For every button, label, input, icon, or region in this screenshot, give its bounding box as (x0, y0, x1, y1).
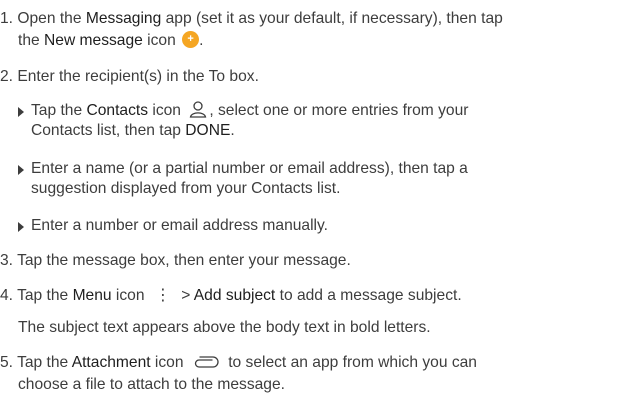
app-name-messaging: Messaging (85, 10, 162, 27)
bullet-text: Tap the Contacts icon , select one or mo… (31, 101, 606, 141)
attachment-icon (194, 356, 219, 368)
text-run: > (176, 287, 194, 304)
step-number: 4. (0, 287, 14, 304)
label-add-subject: Add subject (193, 287, 276, 304)
text-run: icon (111, 287, 149, 304)
label-done: DONE (185, 122, 231, 139)
step-number: 1. (0, 10, 14, 27)
label-menu: Menu (72, 287, 112, 304)
step-number: 2. (0, 68, 14, 85)
menu-icon: ⋮ (154, 287, 171, 304)
step-text: Tap the message box, then enter your mes… (17, 252, 351, 269)
step-text: Tap the Menu icon ⋮ > Add subject to add… (17, 287, 462, 304)
new-message-icon: + (182, 31, 200, 49)
step-number: 3. (0, 252, 14, 269)
text-run: , select one or more entries from your (209, 102, 469, 119)
bullet-arrow-icon (18, 222, 24, 232)
step-4: 4. Tap the Menu icon ⋮ > Add subject to … (0, 286, 610, 306)
step-5: 5. Tap the Attachment icon to select an … (0, 353, 610, 373)
step-1-line-2: the New message icon +. (18, 31, 608, 51)
step-3: 3. Tap the message box, then enter your … (0, 251, 610, 271)
step-text: Enter the recipient(s) in the To box. (17, 68, 259, 85)
text-run: . (199, 32, 204, 49)
contacts-icon (190, 101, 207, 118)
bullet-arrow-icon (18, 107, 24, 117)
bullet-text: Enter a number or email address manually… (31, 216, 606, 236)
text-run: Open the (17, 10, 86, 27)
label-attachment: Attachment (71, 354, 151, 371)
bullet-text: Enter a name (or a partial number or ema… (31, 159, 606, 199)
text-run: suggestion displayed from your Contacts … (31, 180, 341, 197)
text-run: Enter a number or email address manually… (31, 217, 328, 234)
label-new-message: New message (44, 32, 143, 49)
text-run: Tap the (17, 287, 73, 304)
text-run: the (18, 32, 45, 49)
step-5-line-2: choose a file to attach to the message. (18, 376, 285, 393)
text-run: . (230, 122, 235, 139)
step-number: 5. (0, 354, 14, 371)
text-run: icon (142, 32, 181, 49)
step-text: Open the Messaging app (set it as your d… (17, 10, 502, 27)
text-run: Enter a name (or a partial number or ema… (31, 160, 468, 177)
step-2: 2. Enter the recipient(s) in the To box. (0, 67, 610, 87)
label-contacts: Contacts (86, 102, 149, 119)
text-run: to select an app from which you can (223, 354, 477, 371)
bullet-arrow-icon (18, 165, 24, 175)
text-run: Tap the (31, 102, 87, 119)
text-run: app (set it as your default, if necessar… (161, 10, 503, 27)
step-1: 1. Open the Messaging app (set it as you… (0, 9, 610, 29)
step-text: Tap the Attachment icon to select an app… (17, 354, 477, 371)
text-run: to add a message subject. (275, 287, 462, 304)
text-run: Contacts list, then tap (31, 122, 186, 139)
text-run: icon (150, 354, 188, 371)
text-run: Tap the (17, 354, 72, 371)
text-run: icon (148, 102, 186, 119)
step-4-note: The subject text appears above the body … (18, 319, 431, 336)
